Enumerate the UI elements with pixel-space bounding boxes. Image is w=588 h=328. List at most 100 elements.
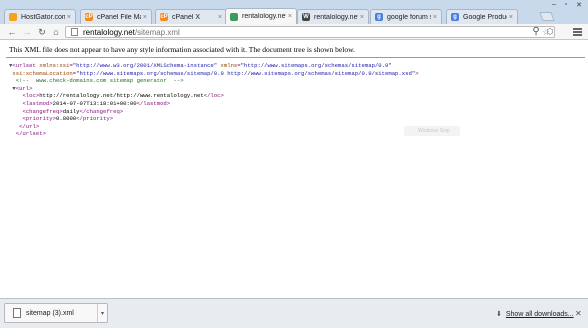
xml-line: <lastmod>2014-07-07T13:18:01+00:00</last…	[9, 100, 419, 108]
browser-tab[interactable]: cP cPanel X ×	[155, 9, 227, 24]
tab-close-icon[interactable]: ×	[433, 14, 437, 21]
address-bar[interactable]: rentalology.net/sitemap.xml ☆	[65, 26, 555, 38]
tab-close-icon[interactable]: ×	[67, 14, 71, 21]
url-text: rentalology.net/sitemap.xml	[83, 28, 180, 37]
new-tab-button[interactable]	[539, 12, 555, 21]
xml-tree: ▼<urlset xmlns:xsi="http://www.w3.org/20…	[9, 62, 419, 138]
tab-title: google forum sit	[387, 13, 431, 21]
xml-val: "http://www.sitemaps.org/schemas/sitemap…	[76, 69, 416, 77]
tab-title: cPanel File Manag	[97, 13, 141, 21]
xml-tag: </changefreq>	[79, 107, 124, 115]
browser-tab[interactable]: HostGator.com ×	[4, 9, 76, 24]
xml-tag: <url>	[15, 84, 33, 92]
page-icon	[71, 28, 78, 36]
url-host: rentalology.net	[83, 27, 135, 37]
page-content: This XML file does not appear to have an…	[0, 40, 588, 298]
maximize-icon[interactable]: ▫	[560, 0, 572, 9]
xml-line: <!-- www.check-domains.com sitemap gener…	[9, 77, 419, 85]
xml-tag: </priority>	[76, 115, 114, 123]
xml-line: ▼<url>	[9, 85, 419, 93]
download-filename: sitemap (3).xml	[26, 309, 74, 317]
hostgator-icon	[9, 13, 17, 21]
xml-attr: xmlns:xsi	[35, 62, 70, 69]
xml-txt: 2014-07-07T13:18:01+00:00	[52, 99, 137, 107]
tab-title: HostGator.com	[21, 13, 65, 21]
url-path: /sitemap.xml	[134, 27, 180, 37]
xml-line: xsi:schemaLocation="http://www.sitemaps.…	[9, 69, 419, 78]
back-button[interactable]: ←	[7, 27, 17, 37]
google-product-icon: g	[451, 13, 459, 21]
show-all-label: Show all downloads...	[505, 310, 574, 318]
download-icon: ⬇	[496, 311, 502, 318]
windows-snip-button[interactable]: Windows Snip	[404, 126, 460, 136]
close-shelf-icon[interactable]: ✕	[575, 309, 582, 318]
file-icon	[13, 308, 21, 318]
xml-txt: 0.8000	[56, 115, 77, 123]
tab-close-icon[interactable]: ×	[509, 14, 513, 21]
xml-line: <loc>http://rentalology.net/http://www.r…	[9, 92, 419, 100]
reload-button[interactable]: ↻	[37, 27, 47, 37]
show-all-downloads-link[interactable]: ⬇ Show all downloads...	[496, 310, 574, 319]
cpanel-icon: cP	[160, 13, 168, 21]
tab-close-icon[interactable]: ×	[218, 14, 222, 21]
browser-toolbar: ← → ↻ ⌂ rentalology.net/sitemap.xml ☆ ⚲ …	[0, 24, 588, 40]
tab-strip: HostGator.com×cPcPanel File Manag×cPcPan…	[0, 0, 588, 24]
tab-close-icon[interactable]: ×	[143, 14, 147, 21]
xml-txt: http://rentalology.net/http://www.rental…	[39, 92, 204, 100]
minimize-icon[interactable]: –	[548, 0, 560, 9]
xml-indent	[9, 108, 22, 115]
xml-tag: <lastmod>	[22, 99, 53, 107]
xml-line: </url>	[9, 123, 419, 131]
divider	[6, 57, 585, 58]
browser-tab[interactable]: Wrentalology.net ×	[297, 9, 369, 24]
dropdown-arrow-icon[interactable]: ▾	[97, 304, 107, 322]
xml-val: "http://www.sitemaps.org/schemas/sitemap…	[240, 62, 392, 69]
xml-indent	[9, 77, 16, 84]
tab-title: rentalology.net	[314, 13, 358, 21]
xml-line: <changefreq>daily</changefreq>	[9, 108, 419, 116]
close-window-icon[interactable]: ✕	[572, 0, 586, 9]
xml-indent	[9, 130, 16, 137]
xml-line: ▼<urlset xmlns:xsi="http://www.w3.org/20…	[9, 62, 419, 70]
search-icon[interactable]: ⚲	[531, 26, 541, 37]
xml-tag: </urlset>	[15, 130, 46, 138]
xml-cmt: <!-- www.check-domains.com sitemap gener…	[15, 77, 184, 85]
cpanel-icon: cP	[85, 13, 93, 21]
xml-val: "http://www.w3.org/2001/XMLSchema-instan…	[72, 62, 218, 69]
xml-line: </urlset>	[9, 130, 419, 138]
tab-close-icon[interactable]: ×	[360, 14, 364, 21]
xml-tag: <loc>	[22, 92, 40, 100]
menu-icon[interactable]	[573, 28, 582, 36]
xml-txt: daily	[62, 107, 80, 115]
browser-tab[interactable]: g google forum sit×	[370, 9, 442, 24]
tab-close-icon[interactable]: ×	[288, 13, 292, 20]
xml-indent	[9, 92, 22, 99]
xml-line: <priority>0.8000</priority>	[9, 115, 419, 123]
tab-title: cPanel X	[172, 13, 201, 21]
home-button[interactable]: ⌂	[51, 27, 61, 37]
xml-tag: </lastmod>	[136, 99, 171, 107]
xml-attr: xmlns	[217, 62, 238, 69]
tab-title: rentalology.net/s	[242, 13, 286, 20]
xml-tag: <changefreq>	[22, 107, 63, 115]
download-shelf: sitemap (3).xml ▾ ⬇ Show all downloads..…	[0, 298, 588, 328]
xml-tag: <priority>	[22, 115, 57, 123]
browser-tab[interactable]: cP cPanel File Manag×	[80, 9, 152, 24]
xml-indent	[9, 100, 22, 107]
tab-title: Google Product F	[463, 13, 507, 21]
xml-tag: <urlset	[12, 62, 36, 69]
google-icon: g	[375, 13, 383, 21]
globe-icon	[230, 12, 238, 21]
xml-attr: xsi:schemaLocation	[12, 69, 73, 77]
browser-tab[interactable]: rentalology.net/s×	[225, 8, 297, 24]
xml-notice: This XML file does not appear to have an…	[9, 45, 355, 54]
forward-button[interactable]: →	[22, 27, 32, 37]
extension-icon[interactable]: ⬡	[545, 26, 555, 36]
xml-tag: </url>	[19, 122, 40, 130]
browser-tab[interactable]: g Google Product F×	[446, 9, 518, 24]
xml-indent	[9, 115, 22, 122]
xml-tag: >	[415, 69, 419, 77]
download-item[interactable]: sitemap (3).xml ▾	[4, 303, 108, 323]
wordpress-icon: W	[302, 13, 310, 21]
xml-tag: </loc>	[203, 92, 224, 100]
